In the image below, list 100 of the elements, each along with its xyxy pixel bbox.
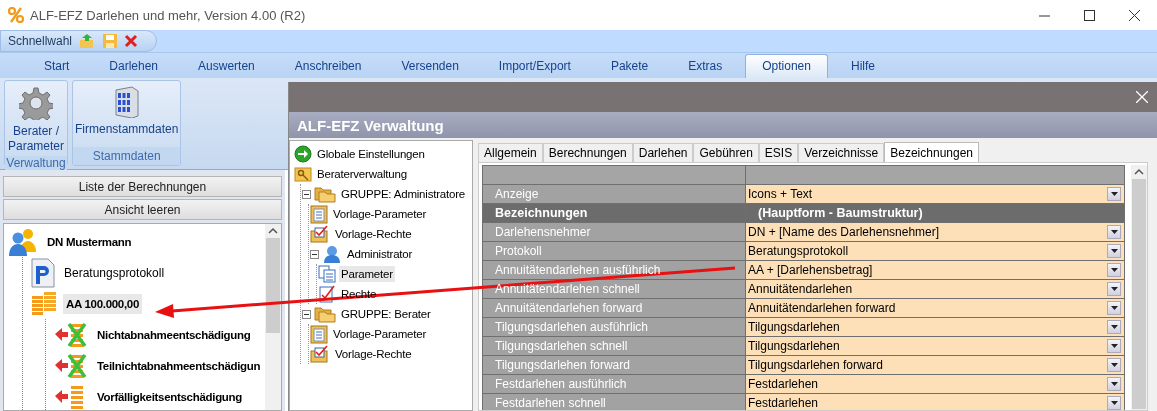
arrow-circle-icon — [294, 145, 312, 163]
tab[interactable]: ESIS — [758, 143, 799, 162]
property-label: Festdarlehen ausführlich — [495, 377, 627, 391]
property-label: Annuitätendarlehen schnell — [495, 282, 640, 296]
dialog-title: ALF-EFZ Verwaltung — [297, 116, 444, 134]
percent-logo-icon — [8, 7, 24, 23]
close-icon[interactable] — [1129, 9, 1140, 21]
ribbon-button[interactable]: Firmenstammdaten — [73, 81, 181, 147]
ribbon-tab[interactable]: Auswerten — [181, 54, 272, 78]
property-label: Annuitätendarlehen forward — [495, 301, 643, 315]
collapse-toggle-icon[interactable] — [310, 249, 319, 259]
tab[interactable]: Bezeichnungen — [884, 142, 979, 162]
checked-folder-icon — [310, 225, 330, 243]
property-dropdown[interactable]: Annuitätendarlehen — [746, 280, 1124, 298]
quick-access-label: Schnellwahl — [8, 34, 73, 48]
dropdown-arrow-icon[interactable] — [1110, 325, 1118, 329]
clipboard-icon — [310, 204, 328, 224]
tree-item[interactable]: Beraterverwaltung — [315, 166, 409, 182]
window-title: ALF-EFZ Darlehen und mehr, Version 4.00 (R2) — [30, 7, 306, 23]
tree-item[interactable]: Nichtabnahmeentschädigung — [94, 324, 254, 345]
dropdown-arrow-icon[interactable] — [1110, 249, 1118, 253]
ribbon-tab[interactable]: Import/Export — [481, 54, 588, 78]
property-dropdown[interactable]: Festdarlehen — [746, 375, 1124, 393]
documents-icon — [318, 265, 336, 283]
tree-item[interactable]: Vorfälligkeitsentschädigung — [94, 386, 246, 407]
ribbon-tab[interactable]: Start — [27, 54, 87, 78]
delete-icon[interactable] — [124, 34, 139, 48]
property-dropdown[interactable]: AA + [Darlehensbetrag] — [746, 261, 1124, 279]
property-dropdown[interactable]: Tilgungsdarlehen — [746, 318, 1124, 336]
tree-item[interactable]: DN Mustermann — [44, 231, 135, 252]
dropdown-arrow-icon[interactable] — [1110, 401, 1118, 405]
property-dropdown[interactable]: Annuitätendarlehen forward — [746, 299, 1124, 317]
key-folder-icon — [294, 166, 312, 182]
tree-item[interactable]: Vorlage-Rechte — [333, 226, 414, 242]
tree-item[interactable]: Vorlage-Parameter — [331, 326, 429, 342]
folders-icon — [314, 185, 336, 203]
dropdown-arrow-icon[interactable] — [1110, 192, 1118, 196]
property-dropdown[interactable]: Icons + Text — [746, 185, 1124, 203]
property-dropdown[interactable]: Tilgungsdarlehen forward — [746, 356, 1124, 374]
person-icon — [322, 245, 342, 263]
pane-button[interactable]: Ansicht leeren — [3, 199, 282, 220]
property-label: Darlehensnehmer — [495, 225, 591, 239]
property-label: Protokoll — [495, 244, 542, 258]
tree-item[interactable]: Globale Einstellungen — [315, 146, 427, 162]
pane-button[interactable]: Liste der Berechnungen — [3, 176, 282, 197]
tree-item[interactable]: GRUPPE: Administratore — [339, 186, 468, 202]
clipboard-icon — [310, 324, 328, 344]
ribbon-tab[interactable]: Optionen — [745, 54, 828, 78]
tree-item[interactable]: GRUPPE: Berater — [339, 306, 433, 322]
tree-item[interactable]: Administrator — [345, 246, 415, 262]
property-label: Anzeige — [495, 187, 539, 201]
collapse-toggle-icon[interactable] — [302, 189, 311, 199]
maximize-icon[interactable] — [1084, 9, 1095, 21]
document-p-icon — [31, 257, 55, 288]
property-dropdown[interactable]: Festdarlehen — [746, 394, 1124, 410]
property-label: Tilgungsdarlehen ausführlich — [495, 320, 648, 334]
coin-stack-icon — [31, 291, 57, 316]
tree-item[interactable]: AA 100.000,00 — [63, 293, 143, 314]
scrollbar[interactable] — [265, 224, 281, 410]
cancelled-charge-icon — [54, 352, 88, 379]
checked-folder-icon — [310, 345, 330, 363]
dropdown-arrow-icon[interactable] — [1110, 382, 1118, 386]
tab[interactable]: Darlehen — [632, 143, 694, 162]
property-dropdown[interactable]: Tilgungsdarlehen — [746, 337, 1124, 355]
property-label: Tilgungsdarlehen schnell — [495, 339, 628, 353]
collapse-toggle-icon[interactable] — [302, 309, 311, 319]
property-dropdown[interactable]: DN + [Name des Darlehensnehmer] — [746, 223, 1124, 241]
property-dropdown[interactable]: Beratungsprotokoll — [746, 242, 1124, 260]
cancelled-charge-icon — [54, 321, 88, 348]
gear-icon — [19, 86, 53, 120]
tree-item[interactable]: Vorlage-Rechte — [333, 346, 414, 362]
dropdown-arrow-icon[interactable] — [1110, 268, 1118, 272]
ribbon-tab[interactable]: Darlehen — [92, 54, 176, 78]
tree-item[interactable]: Parameter — [339, 266, 395, 282]
ribbon-tab[interactable]: Extras — [671, 54, 740, 78]
group-caption: Stammdaten — [73, 147, 181, 165]
tree-item[interactable]: Teilnichtabnahmeentschädigun — [94, 355, 264, 376]
tab[interactable]: Gebühren — [693, 143, 759, 162]
ribbon-button[interactable]: Berater / Parameter — [5, 81, 67, 156]
dropdown-arrow-icon[interactable] — [1110, 363, 1118, 367]
tab[interactable]: Allgemein — [478, 143, 543, 162]
dropdown-arrow-icon[interactable] — [1110, 344, 1118, 348]
ribbon-tab[interactable]: Hilfe — [833, 54, 892, 78]
property-label: Annuitätendarlehen ausführlich — [495, 263, 661, 277]
ribbon-tab[interactable]: Anschreiben — [277, 54, 379, 78]
property-label: Festdarlehen schnell — [495, 396, 606, 410]
dropdown-arrow-icon[interactable] — [1110, 306, 1118, 310]
dropdown-arrow-icon[interactable] — [1110, 287, 1118, 291]
ribbon-tab[interactable]: Pakete — [593, 54, 666, 78]
ribbon-tab[interactable]: Versenden — [384, 54, 476, 78]
checked-document-icon — [318, 285, 336, 303]
tab[interactable]: Berechnungen — [542, 143, 633, 162]
dropdown-arrow-icon[interactable] — [1110, 230, 1118, 234]
folders-icon — [314, 305, 336, 323]
group-caption: Verwaltung — [5, 156, 67, 170]
tab[interactable]: Verzeichnisse — [798, 143, 885, 162]
people-icon — [8, 226, 38, 257]
scrollbar[interactable] — [1131, 165, 1147, 410]
tree-item[interactable]: Beratungsprotokoll — [61, 261, 168, 284]
tree-item[interactable]: Vorlage-Parameter — [331, 206, 429, 222]
